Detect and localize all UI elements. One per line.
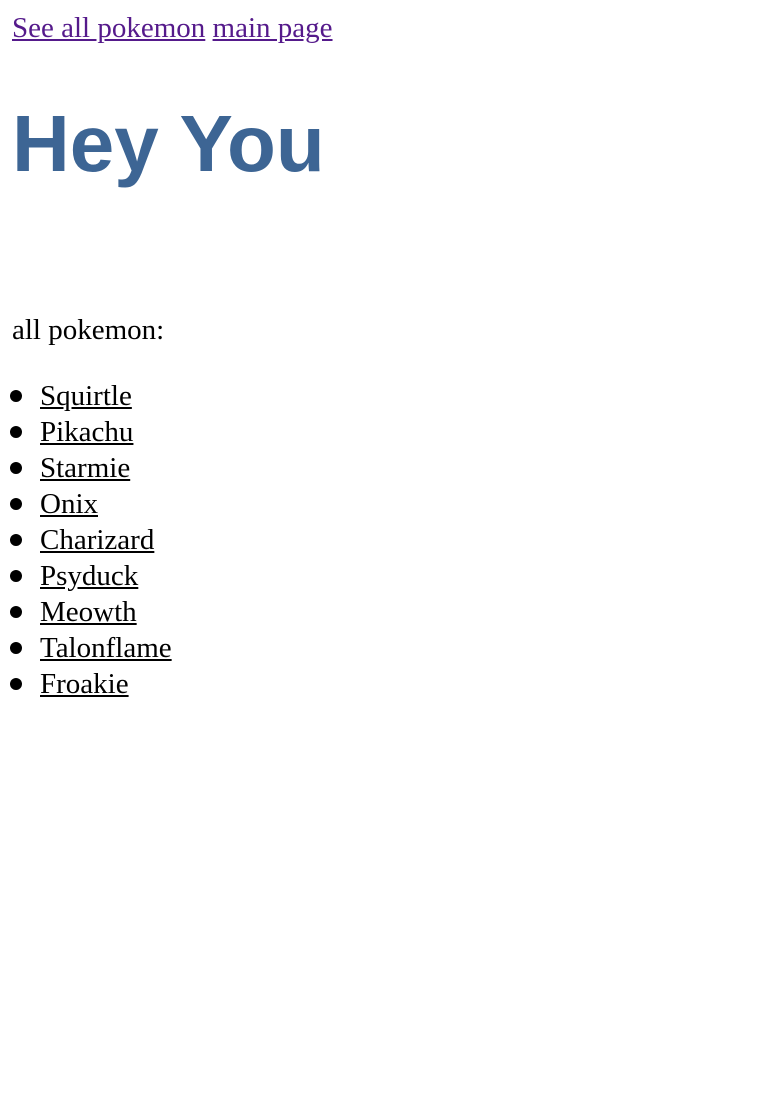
page: See all pokemon main page Hey You all po… xyxy=(0,0,766,1112)
pokemon-link-squirtle[interactable]: Squirtle xyxy=(40,380,132,412)
see-all-pokemon-link[interactable]: See all pokemon xyxy=(12,12,205,44)
list-heading: all pokemon: xyxy=(12,314,165,346)
pokemon-link-psyduck[interactable]: Psyduck xyxy=(40,560,138,592)
bullet-icon xyxy=(10,426,22,438)
bullet-icon xyxy=(10,642,22,654)
pokemon-link-pikachu[interactable]: Pikachu xyxy=(40,416,133,448)
pokemon-link-talonflame[interactable]: Talonflame xyxy=(40,632,172,664)
pokemon-link-starmie[interactable]: Starmie xyxy=(40,452,130,484)
pokemon-link-meowth[interactable]: Meowth xyxy=(40,596,137,628)
bullet-icon xyxy=(10,534,22,546)
pokemon-link-charizard[interactable]: Charizard xyxy=(40,524,154,556)
pokemon-list: Squirtle Pikachu Starmie Onix Charizard … xyxy=(0,378,172,702)
bullet-icon xyxy=(10,678,22,690)
list-item: Onix xyxy=(0,486,172,522)
pokemon-link-froakie[interactable]: Froakie xyxy=(40,668,129,700)
pokemon-link-onix[interactable]: Onix xyxy=(40,488,98,520)
bullet-icon xyxy=(10,390,22,402)
bullet-icon xyxy=(10,606,22,618)
bullet-icon xyxy=(10,570,22,582)
main-page-link[interactable]: main page xyxy=(213,12,333,44)
list-item: Froakie xyxy=(0,666,172,702)
bullet-icon xyxy=(10,462,22,474)
top-nav: See all pokemon main page xyxy=(12,10,333,46)
list-item: Squirtle xyxy=(0,378,172,414)
list-item: Pikachu xyxy=(0,414,172,450)
list-item: Meowth xyxy=(0,594,172,630)
bullet-icon xyxy=(10,498,22,510)
list-item: Psyduck xyxy=(0,558,172,594)
page-title: Hey You xyxy=(12,99,325,188)
list-item: Charizard xyxy=(0,522,172,558)
list-item: Talonflame xyxy=(0,630,172,666)
list-item: Starmie xyxy=(0,450,172,486)
